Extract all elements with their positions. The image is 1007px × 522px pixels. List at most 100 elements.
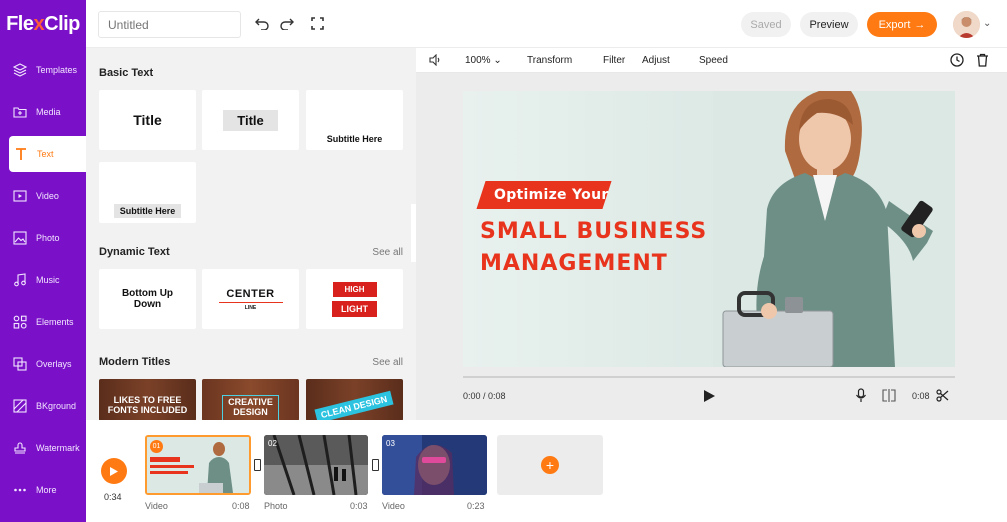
fullscreen-icon[interactable] bbox=[307, 13, 327, 33]
add-clip-button[interactable]: + bbox=[497, 435, 603, 495]
sidebar-item-label: Music bbox=[36, 275, 60, 285]
clip-thumbnail bbox=[264, 435, 368, 495]
saved-button[interactable]: Saved bbox=[741, 12, 791, 37]
headline-line-1[interactable]: SMALL BUSINESS bbox=[480, 219, 707, 244]
text-template-bottom-up[interactable]: Bottom Up Down bbox=[99, 269, 196, 329]
speed-button[interactable]: Speed bbox=[699, 55, 728, 66]
redo-icon[interactable] bbox=[277, 13, 297, 33]
girl-with-briefcase-image bbox=[713, 91, 955, 367]
section-title-dynamic-text: Dynamic Text bbox=[99, 246, 170, 258]
transition-marker[interactable] bbox=[372, 459, 379, 471]
sidebar-item-bkground[interactable]: BKground bbox=[0, 388, 86, 424]
timeline-clip-3[interactable]: 03 bbox=[382, 435, 487, 495]
overlays-icon bbox=[12, 356, 28, 372]
text-template-fonts-included[interactable]: LIKES TO FREE FONTS INCLUDED bbox=[99, 379, 196, 420]
project-title-input[interactable] bbox=[98, 11, 241, 38]
volume-icon[interactable] bbox=[429, 53, 442, 69]
current-time: 0:00 / 0:08 bbox=[463, 391, 506, 401]
headline-small-text[interactable]: Optimize Your bbox=[494, 187, 609, 203]
card-line-1: LIKES TO FREE bbox=[113, 395, 182, 405]
timeline-clip-1[interactable]: 01 bbox=[145, 435, 251, 495]
clip-duration-label: 0:08 bbox=[232, 501, 250, 511]
sidebar-item-video[interactable]: Video bbox=[0, 178, 86, 214]
play-all-button[interactable] bbox=[101, 458, 127, 484]
clip-type-label: Photo bbox=[264, 501, 288, 511]
card-line-2: DESIGN bbox=[233, 407, 268, 417]
text-template-creative-design[interactable]: CREATIVE DESIGN bbox=[202, 379, 299, 420]
card-line-1: CLEAN DESIGN bbox=[314, 390, 395, 420]
see-all-dynamic-link[interactable]: See all bbox=[372, 247, 403, 258]
sidebar-item-more[interactable]: More bbox=[0, 472, 86, 508]
timeline-clip-2[interactable]: 02 bbox=[264, 435, 368, 495]
plus-icon: + bbox=[541, 456, 559, 474]
playback-progress-bar[interactable] bbox=[463, 376, 955, 378]
text-template-title-box[interactable]: Title bbox=[202, 90, 299, 150]
sidebar-item-watermark[interactable]: Watermark bbox=[0, 430, 86, 466]
avatar[interactable] bbox=[953, 11, 980, 38]
photo-icon bbox=[12, 230, 28, 246]
more-icon bbox=[12, 482, 28, 498]
sidebar-item-label: Elements bbox=[36, 317, 74, 327]
top-bar: Saved Preview Export→ ⌄ bbox=[86, 0, 1007, 48]
section-title-basic-text: Basic Text bbox=[99, 67, 154, 79]
layers-icon bbox=[12, 62, 28, 78]
headline-line-2[interactable]: MANAGEMENT bbox=[480, 251, 668, 276]
sidebar-item-photo[interactable]: Photo bbox=[0, 220, 86, 256]
section-title-modern-titles: Modern Titles bbox=[99, 356, 171, 368]
sidebar-item-music[interactable]: Music bbox=[0, 262, 86, 298]
chevron-down-icon: ⌄ bbox=[493, 55, 502, 66]
see-all-modern-link[interactable]: See all bbox=[372, 357, 403, 368]
text-template-subtitle[interactable]: Subtitle Here bbox=[306, 90, 403, 150]
sidebar-item-label: Text bbox=[37, 149, 54, 159]
clip-type-label: Video bbox=[145, 501, 168, 511]
text-template-center-line[interactable]: CENTER LINE bbox=[202, 269, 299, 329]
sidebar-item-label: Watermark bbox=[36, 443, 80, 453]
sidebar-item-overlays[interactable]: Overlays bbox=[0, 346, 86, 382]
text-template-subtitle-box[interactable]: Subtitle Here bbox=[99, 162, 196, 223]
clock-icon[interactable] bbox=[950, 53, 964, 70]
adjust-button[interactable]: Adjust bbox=[642, 55, 670, 66]
play-icon bbox=[110, 466, 118, 476]
arrow-right-icon: → bbox=[914, 18, 926, 31]
card-line-2: Down bbox=[133, 299, 162, 310]
zoom-select[interactable]: 100% ⌄ bbox=[465, 55, 502, 66]
video-canvas[interactable]: Optimize Your SMALL BUSINESS MANAGEMENT bbox=[463, 91, 955, 367]
trash-icon[interactable] bbox=[976, 53, 989, 70]
transition-marker[interactable] bbox=[254, 459, 261, 471]
flexclip-logo[interactable]: FlexClip bbox=[0, 0, 86, 48]
export-button[interactable]: Export → bbox=[867, 12, 937, 37]
card-label: Title bbox=[133, 112, 162, 128]
sidebar-item-label: Templates bbox=[36, 65, 78, 75]
left-sidebar: Templates Media Text Video Photo Music E… bbox=[0, 48, 86, 522]
chevron-down-icon[interactable]: ⌄ bbox=[983, 18, 991, 29]
card-line-1: Bottom Up bbox=[121, 288, 174, 299]
preview-button[interactable]: Preview bbox=[800, 12, 858, 37]
text-template-title-plain[interactable]: Title bbox=[99, 90, 196, 150]
card-line-1: CREATIVE bbox=[228, 397, 273, 407]
card-line-1: CENTER bbox=[226, 287, 275, 300]
transform-button[interactable]: Transform bbox=[527, 55, 572, 66]
video-icon bbox=[12, 188, 28, 204]
clip-thumbnail bbox=[382, 435, 487, 495]
sidebar-item-label: Overlays bbox=[36, 359, 72, 369]
play-icon[interactable] bbox=[703, 389, 716, 408]
clip-duration-label: 0:23 bbox=[467, 501, 485, 511]
folder-icon bbox=[12, 104, 28, 120]
sidebar-item-text[interactable]: Text bbox=[9, 136, 86, 172]
zoom-value: 100% bbox=[465, 55, 491, 66]
elements-icon bbox=[12, 314, 28, 330]
sidebar-item-elements[interactable]: Elements bbox=[0, 304, 86, 340]
text-panel: Basic Text Title Title Subtitle Here Sub… bbox=[86, 48, 416, 420]
sidebar-item-templates[interactable]: Templates bbox=[0, 52, 86, 88]
microphone-icon[interactable] bbox=[855, 388, 867, 408]
card-line-2: LINE bbox=[244, 304, 257, 311]
scissors-icon[interactable] bbox=[936, 389, 949, 407]
card-line-1: HIGH bbox=[332, 281, 377, 297]
sidebar-item-media[interactable]: Media bbox=[0, 94, 86, 130]
undo-icon[interactable] bbox=[252, 13, 272, 33]
background-icon bbox=[12, 398, 28, 414]
split-view-icon[interactable] bbox=[882, 389, 896, 407]
text-template-clean-design[interactable]: CLEAN DESIGN bbox=[306, 379, 403, 420]
text-template-highlight[interactable]: HIGH LIGHT bbox=[306, 269, 403, 329]
filter-button[interactable]: Filter bbox=[603, 55, 625, 66]
